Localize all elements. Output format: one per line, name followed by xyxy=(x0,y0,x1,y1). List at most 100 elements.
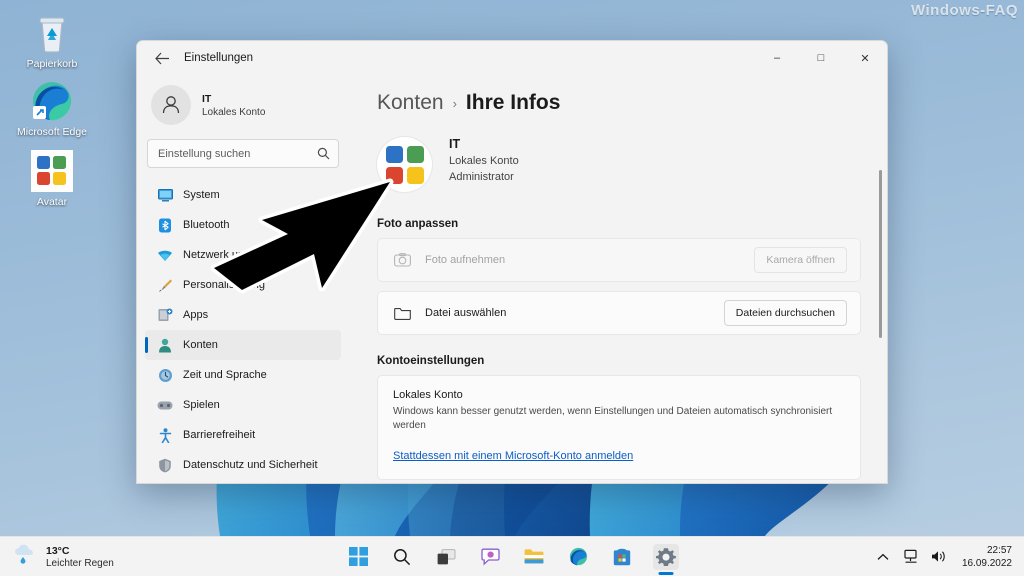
chat-button[interactable] xyxy=(477,544,503,570)
sidebar-item-system[interactable]: System xyxy=(145,180,341,210)
sidebar-item-label: Barrierefreiheit xyxy=(183,429,256,441)
recycle-bin-icon xyxy=(6,10,98,56)
sidebar-item-label: Spielen xyxy=(183,399,220,411)
sidebar-item-label: Personalisierung xyxy=(183,279,265,291)
privacy-shield-icon xyxy=(157,457,173,473)
microsoft-logo-icon xyxy=(6,148,98,194)
edge-button[interactable] xyxy=(565,544,591,570)
sidebar-item-label: Bluetooth xyxy=(183,219,230,231)
folder-icon xyxy=(393,306,412,320)
photo-section-heading: Foto anpassen xyxy=(377,218,459,230)
taskbar[interactable]: 13°C Leichter Regen 22:57 16.09.2022 xyxy=(0,536,1024,576)
sidebar[interactable]: IT Lokales Konto Einstellung suchen Syst… xyxy=(137,75,349,483)
desktop-icon-label: Papierkorb xyxy=(26,58,78,70)
task-view-icon xyxy=(437,548,455,564)
search-button[interactable] xyxy=(389,544,415,570)
network-icon xyxy=(157,247,173,263)
sidebar-nav[interactable]: System Bluetooth Netzwerk und Internet P… xyxy=(145,180,341,483)
sidebar-item-label: Apps xyxy=(183,309,209,321)
maximize-button[interactable]: □ xyxy=(799,41,843,75)
watermark: Windows-FAQ xyxy=(910,2,1018,19)
file-explorer-button[interactable] xyxy=(521,544,547,570)
chevron-right-icon: › xyxy=(452,95,457,111)
search-icon xyxy=(394,548,411,565)
personalization-brush-icon xyxy=(157,277,173,293)
search-row[interactable] xyxy=(145,139,341,180)
sidebar-item-network[interactable]: Netzwerk und Internet xyxy=(145,240,341,270)
breadcrumb-parent[interactable]: Konten xyxy=(377,91,444,115)
desktop-icon-avatar[interactable]: Avatar xyxy=(6,148,98,208)
sidebar-item-label: Datenschutz und Sicherheit xyxy=(183,459,318,471)
task-view-button[interactable] xyxy=(433,544,459,570)
window-controls[interactable]: – □ ✕ xyxy=(755,41,887,75)
taskbar-buttons[interactable] xyxy=(0,543,1024,570)
local-account-card[interactable]: Lokales Konto Windows kann besser genutz… xyxy=(377,375,861,480)
gear-icon xyxy=(656,547,676,566)
windows-start-icon xyxy=(348,547,368,566)
desktop-icon-recycle-bin[interactable]: Papierkorb xyxy=(6,10,98,70)
sidebar-item-konten[interactable]: Konten xyxy=(145,330,341,360)
microsoft-edge-icon xyxy=(569,547,587,566)
browse-files-button[interactable]: Dateien durchsuchen xyxy=(723,300,847,326)
search-box[interactable] xyxy=(147,139,339,168)
page-title: Ihre Infos xyxy=(465,91,561,114)
local-account-description: Windows kann besser genutzt werden, wenn… xyxy=(393,406,833,431)
gaming-controller-icon xyxy=(157,397,173,413)
folder-icon xyxy=(524,549,544,564)
desktop-icon-label: Avatar xyxy=(36,196,68,208)
sidebar-item-label: Netzwerk und Internet xyxy=(183,249,291,261)
accounts-person-icon xyxy=(157,337,173,353)
sign-in-microsoft-account-link[interactable]: Stattdessen mit einem Microsoft-Konto an… xyxy=(393,450,633,462)
time-language-icon xyxy=(157,367,173,383)
start-button[interactable] xyxy=(345,544,371,570)
breadcrumb[interactable]: Konten › Ihre Infos xyxy=(377,91,861,115)
desktop-icon-microsoft-edge[interactable]: Microsoft Edge xyxy=(6,78,98,138)
search-icon[interactable] xyxy=(317,147,330,160)
microsoft-edge-icon xyxy=(6,78,98,124)
desktop[interactable]: Windows-FAQ Papierkorb Microsoft Edge Av… xyxy=(0,0,1024,576)
sidebar-profile[interactable]: IT Lokales Konto xyxy=(145,75,341,139)
avatar xyxy=(151,85,191,125)
sidebar-item-gaming[interactable]: Spielen xyxy=(145,390,341,420)
sidebar-item-accessibility[interactable]: Barrierefreiheit xyxy=(145,420,341,450)
content-area[interactable]: Konten › Ihre Infos IT Lokales Konto Adm… xyxy=(349,75,887,483)
close-button[interactable]: ✕ xyxy=(843,41,887,75)
sidebar-item-personalization[interactable]: Personalisierung xyxy=(145,270,341,300)
sidebar-item-time-language[interactable]: Zeit und Sprache xyxy=(145,360,341,390)
local-account-title: Lokales Konto xyxy=(393,389,463,401)
open-camera-button[interactable]: Kamera öffnen xyxy=(754,247,847,273)
sidebar-item-bluetooth[interactable]: Bluetooth xyxy=(145,210,341,240)
account-role: Administrator xyxy=(449,171,514,183)
window-titlebar[interactable]: Einstellungen – □ ✕ xyxy=(137,41,887,75)
sidebar-item-privacy-security[interactable]: Datenschutz und Sicherheit xyxy=(145,450,341,480)
search-input[interactable] xyxy=(158,147,317,160)
sidebar-item-label: Zeit und Sprache xyxy=(183,369,267,381)
sidebar-item-label: Konten xyxy=(183,339,218,351)
back-arrow-icon xyxy=(154,52,169,64)
camera-icon xyxy=(393,253,412,267)
chat-icon xyxy=(480,548,500,565)
person-icon xyxy=(162,96,180,114)
back-button[interactable] xyxy=(147,45,177,71)
avatar[interactable] xyxy=(377,137,432,192)
account-settings-heading: Kontoeinstellungen xyxy=(377,355,485,367)
account-hero: IT Lokales Konto Administrator xyxy=(377,137,861,192)
profile-name: IT xyxy=(202,92,212,105)
content-scrollbar[interactable] xyxy=(879,170,882,338)
settings-window[interactable]: Einstellungen – □ ✕ IT Lokales Konto Ein… xyxy=(136,40,888,484)
minimize-button[interactable]: – xyxy=(755,41,799,75)
desktop-icon-label: Microsoft Edge xyxy=(16,126,88,138)
sidebar-item-apps[interactable]: Apps xyxy=(145,300,341,330)
store-button[interactable] xyxy=(609,544,635,570)
sidebar-item-label: System xyxy=(183,189,220,201)
take-photo-row[interactable]: Foto aufnehmen Kamera öffnen xyxy=(377,238,861,282)
system-icon xyxy=(157,187,173,203)
microsoft-store-icon xyxy=(613,548,631,565)
take-photo-label: Foto aufnehmen xyxy=(425,254,506,266)
account-type: Lokales Konto xyxy=(449,155,519,167)
accessibility-icon xyxy=(157,427,173,443)
choose-file-row[interactable]: Datei auswählen Dateien durchsuchen xyxy=(377,291,861,335)
profile-subtitle: Lokales Konto xyxy=(202,106,266,118)
settings-button[interactable] xyxy=(653,543,679,570)
choose-file-label: Datei auswählen xyxy=(425,307,507,319)
